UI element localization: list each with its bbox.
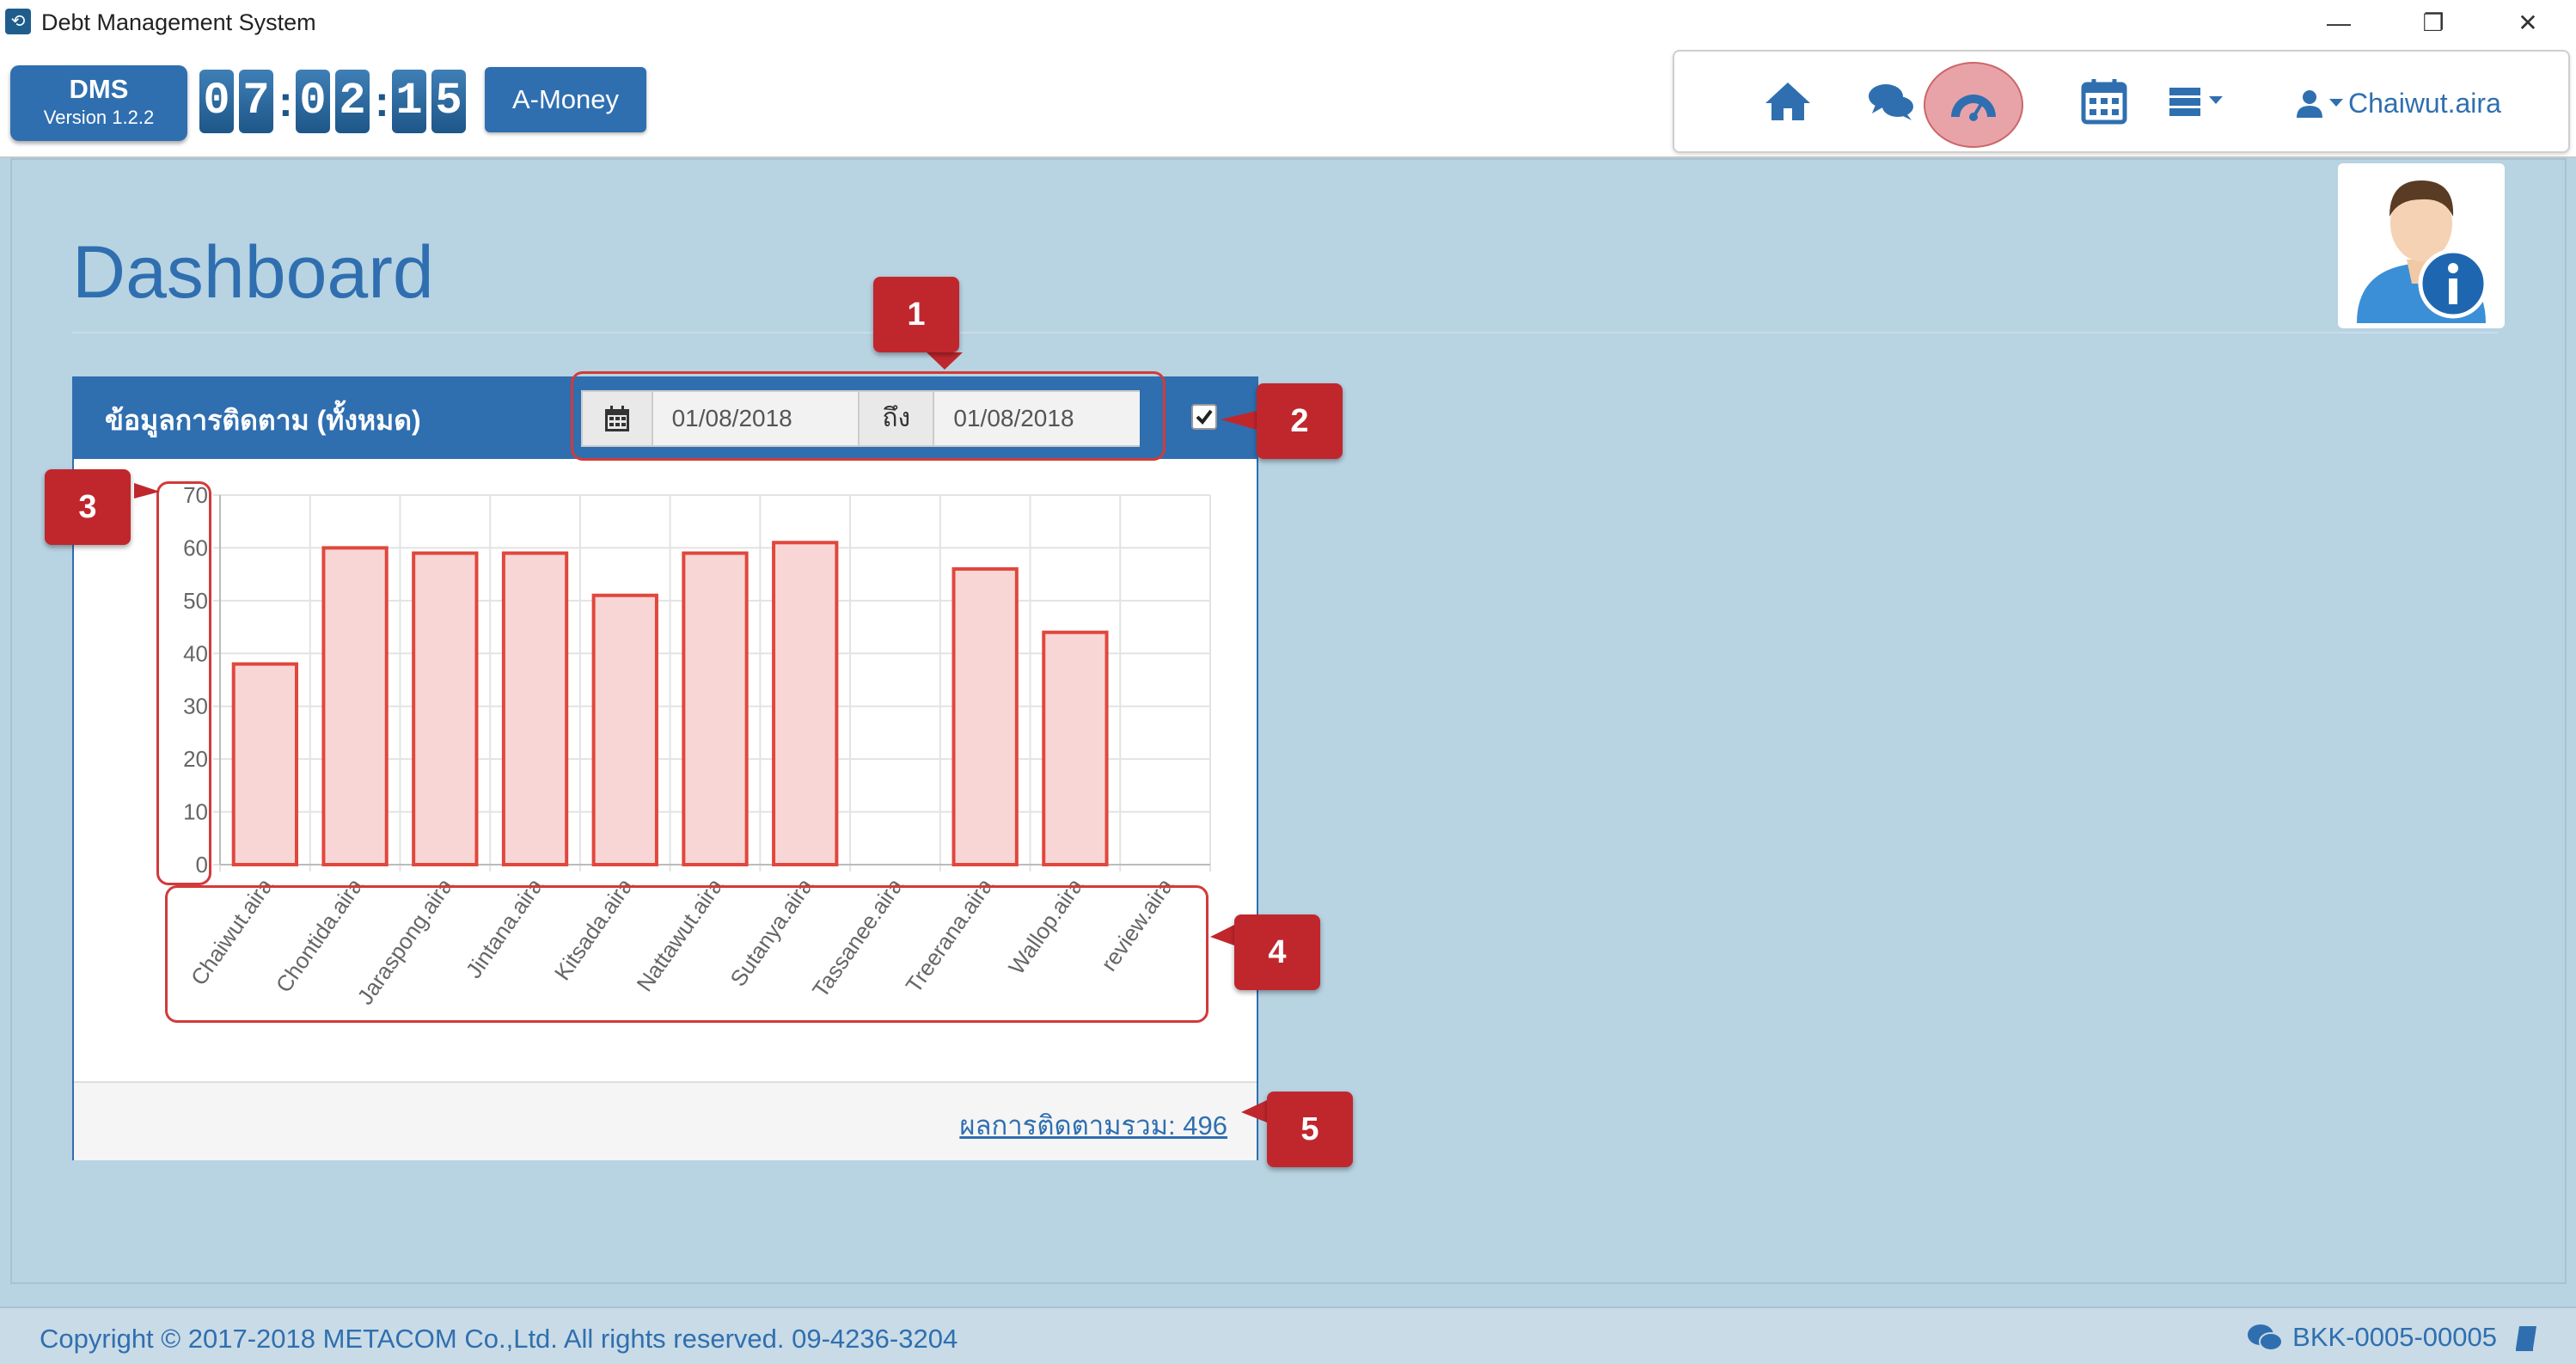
callout-4: 4 xyxy=(1234,914,1320,990)
footer-right: BKK-0005-00005 xyxy=(2246,1322,2540,1353)
callout-2: 2 xyxy=(1257,383,1343,459)
copyright-text: Copyright © 2017-2018 METACOM Co.,Ltd. A… xyxy=(40,1324,958,1354)
wechat-icon[interactable] xyxy=(2246,1323,2284,1352)
page-footer: Copyright © 2017-2018 METACOM Co.,Ltd. A… xyxy=(0,1306,2576,1364)
callout-1: 1 xyxy=(873,277,959,352)
branch-code: BKK-0005-00005 xyxy=(2292,1322,2497,1352)
callout-3: 3 xyxy=(45,469,131,545)
book-icon[interactable] xyxy=(2514,1323,2540,1352)
callout-5: 5 xyxy=(1267,1092,1353,1167)
